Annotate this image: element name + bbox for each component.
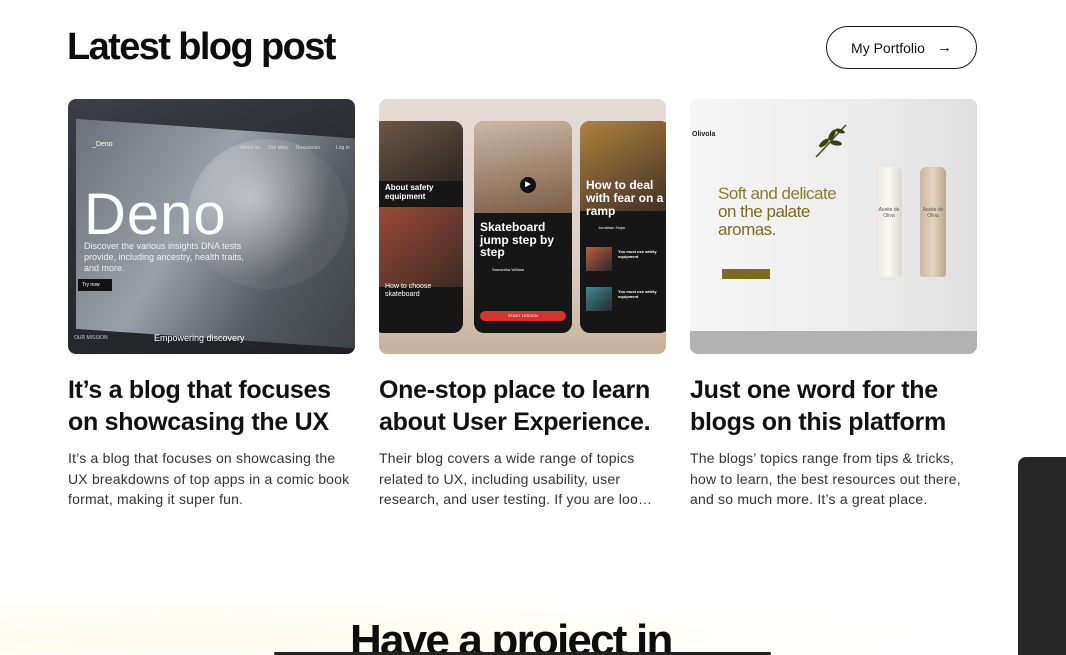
thumb-nav-item: Log in	[336, 145, 350, 151]
phone-mockup: About safety equipment How to choose ska…	[379, 121, 463, 333]
excerpt-line: related to UX, including usability, user	[379, 470, 621, 487]
blog-thumbnail-olivola[interactable]: Olivola Soft and delicate on the palate …	[690, 99, 977, 354]
blog-card-excerpt: Their blog covers a wide range of topics…	[379, 448, 666, 510]
phone-title: About safety equipment	[385, 183, 434, 201]
phone-mockup: How to deal with fear on a ramp Jonathan…	[580, 121, 666, 333]
thumb-cta	[722, 269, 770, 279]
floating-side-panel	[1018, 457, 1066, 655]
thumb-nav-item: Our story	[268, 145, 289, 151]
thumb-headline: Soft and delicate on the palate aromas.	[718, 184, 837, 239]
phone-photo	[379, 121, 463, 181]
phone-footer: How to choose skateboard	[385, 283, 432, 298]
list-thumb	[586, 287, 612, 311]
thumb-cta: Try now	[78, 279, 112, 291]
phone-author: Samantha William	[492, 267, 525, 272]
thumb-brand: _Deno	[92, 141, 113, 148]
phone-title: How to deal with fear on a ramp	[586, 178, 664, 218]
blog-thumbnail-deno[interactable]: _Deno About us Our story Resources Log i…	[68, 99, 355, 354]
phone-author: Jonathan Hope	[598, 225, 626, 230]
phone-title: Skateboard jump step by step	[480, 220, 555, 259]
thumb-nav-item: Resources	[296, 145, 320, 151]
headline-line: Soft and delicate	[718, 184, 837, 203]
phone-photo	[379, 207, 463, 287]
excerpt-line: research, and user testing. If you are l…	[379, 491, 653, 507]
blog-card-1[interactable]: _Deno About us Our story Resources Log i…	[68, 99, 355, 510]
list-thumb	[586, 247, 612, 271]
my-portfolio-button[interactable]: My Portfolio →	[826, 26, 977, 69]
list-item-text: You must use safety equipment	[618, 249, 657, 259]
blog-card-title[interactable]: It’s a blog that focuses on showcasing t…	[68, 374, 355, 438]
olive-oil-bottle-image	[876, 167, 902, 277]
blog-card-excerpt: It’s a blog that focuses on showcasing t…	[68, 450, 350, 507]
blog-card-title[interactable]: Just one word for the blogs on this plat…	[690, 374, 977, 438]
bottle-label: Aceite de Oliva	[922, 207, 944, 219]
thumb-logo: Olivola	[692, 131, 716, 138]
headline-line: on the palate	[718, 202, 810, 221]
next-section-heading: Have a project in	[350, 616, 673, 655]
thumb-mission: OUR MISSION	[74, 335, 108, 341]
my-portfolio-label: My Portfolio	[851, 39, 925, 56]
phone-mockup: ▶ Skateboard jump step by step Samantha …	[474, 121, 572, 333]
blog-thumbnail-skate-app[interactable]: About safety equipment How to choose ska…	[379, 99, 666, 354]
bottle-label: Aceite de Oliva	[878, 207, 900, 219]
olive-branch-icon	[815, 124, 847, 158]
excerpt-line: Their blog covers a wide range of topics	[379, 450, 635, 466]
thumb-blurb: Discover the various insights DNA tests …	[84, 241, 244, 273]
blog-card-2[interactable]: About safety equipment How to choose ska…	[379, 99, 666, 510]
thumb-headline: Deno	[84, 182, 227, 247]
thumb-footer: Empowering discovery	[154, 333, 245, 343]
blog-card-excerpt: The blogs’ topics range from tips & tric…	[690, 450, 961, 507]
blog-card-3[interactable]: Olivola Soft and delicate on the palate …	[690, 99, 977, 510]
play-icon: ▶	[520, 177, 536, 193]
thumb-nav-item: About us	[240, 145, 260, 151]
phone-photo	[474, 121, 572, 213]
start-lesson-button: START LESSON	[480, 311, 566, 321]
headline-line: aromas.	[718, 220, 776, 239]
list-item-text: You must use safety equipment	[618, 289, 657, 299]
blog-card-title[interactable]: One-stop place to learn about User Exper…	[379, 374, 666, 438]
section-title: Latest blog post	[67, 26, 336, 68]
arrow-right-icon: →	[936, 39, 952, 56]
olive-oil-bottle-image	[920, 167, 946, 277]
